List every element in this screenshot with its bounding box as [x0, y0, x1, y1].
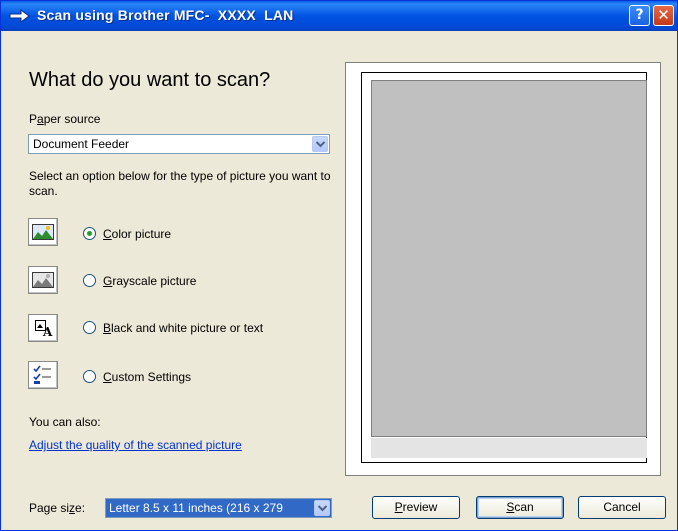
- help-button[interactable]: ?: [629, 5, 650, 26]
- black-white-label[interactable]: Black and white picture or text: [103, 321, 263, 335]
- black-white-radio[interactable]: [83, 321, 96, 334]
- paper-source-value: Document Feeder: [33, 137, 130, 151]
- preview-button[interactable]: Preview: [372, 496, 460, 519]
- custom-settings-label[interactable]: Custom Settings: [103, 370, 191, 384]
- adjust-quality-link[interactable]: Adjust the quality of the scanned pictur…: [29, 438, 242, 452]
- grayscale-picture-radio[interactable]: [83, 274, 96, 287]
- black-white-text-icon[interactable]: A: [28, 314, 58, 342]
- window-title: Scan using Brother MFC- XXXX LAN: [37, 7, 294, 23]
- paper-source-dropdown[interactable]: Document Feeder: [28, 134, 330, 154]
- color-picture-icon[interactable]: [28, 218, 58, 246]
- chevron-down-icon[interactable]: [312, 136, 328, 152]
- page-size-value: Letter 8.5 x 11 inches (216 x 279: [109, 501, 283, 515]
- scan-button[interactable]: Scan: [476, 496, 564, 519]
- cancel-button[interactable]: Cancel: [578, 496, 666, 519]
- paper-source-label: Paper source: [29, 112, 101, 126]
- custom-settings-radio[interactable]: [83, 370, 96, 383]
- grayscale-picture-icon[interactable]: [28, 266, 58, 294]
- page-size-dropdown[interactable]: Letter 8.5 x 11 inches (216 x 279: [105, 498, 332, 518]
- svg-text:A: A: [42, 325, 53, 338]
- instructions-text: Select an option below for the type of p…: [29, 169, 331, 198]
- close-button[interactable]: ✕: [653, 5, 674, 26]
- preview-scan-area[interactable]: [371, 80, 647, 437]
- color-picture-radio[interactable]: [83, 227, 96, 240]
- color-picture-label[interactable]: Color picture: [103, 227, 171, 241]
- page-title: What do you want to scan?: [29, 69, 271, 91]
- title-bar[interactable]: Scan using Brother MFC- XXXX LAN ? ✕: [1, 1, 677, 31]
- chevron-down-icon[interactable]: [314, 500, 330, 516]
- also-label: You can also:: [29, 415, 101, 429]
- scanner-arrow-icon: [9, 9, 30, 23]
- preview-strip: [371, 438, 647, 458]
- page-size-label: Page size:: [29, 501, 86, 515]
- scan-dialog: Scan using Brother MFC- XXXX LAN ? ✕ Wha…: [0, 0, 678, 531]
- grayscale-picture-label[interactable]: Grayscale picture: [103, 274, 196, 288]
- custom-settings-icon[interactable]: [28, 361, 58, 389]
